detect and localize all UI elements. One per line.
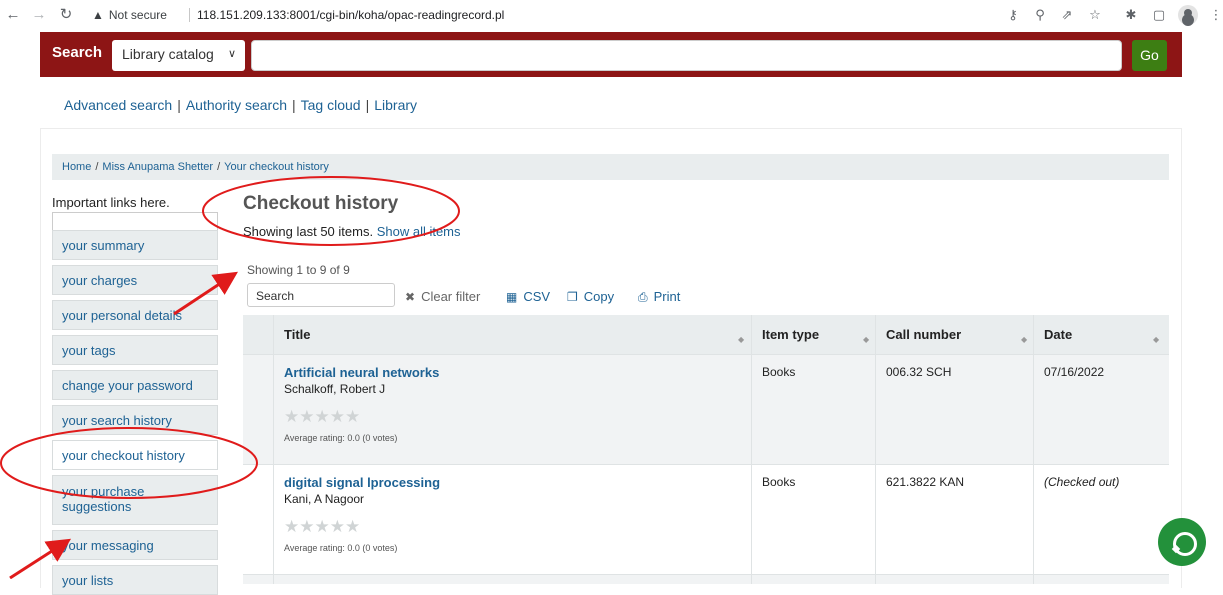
sidebar-item-lists[interactable]: your lists [52,565,218,595]
table-info: Showing 1 to 9 of 9 [247,263,350,277]
forward-icon[interactable]: → [30,6,48,24]
sidebar-item-messaging[interactable]: your messaging [52,530,218,560]
row-call-number: 006.32 SCH [886,365,952,379]
row-call-number: 621.3822 KAN [886,475,965,489]
row-item-type: Books [762,475,796,489]
search-input[interactable] [251,40,1122,71]
search-scope-value: Library catalog [122,46,214,62]
print-icon: ⎙ [638,290,648,304]
copy-icon: ❐ [567,290,578,304]
sidebar-item-personal-details[interactable]: your personal details [52,300,218,330]
tag-cloud-link[interactable]: Tag cloud [301,97,361,113]
rating-stars-icon[interactable]: ★★★★★ [284,517,360,537]
advanced-search-link[interactable]: Advanced search [64,97,172,113]
sort-icon[interactable]: ◆ [863,335,869,344]
top-links: Advanced search | Authority search | Tag clo… [64,97,417,113]
bookmark-star-icon[interactable]: ☆ [1086,6,1104,24]
row-author: Kani, A Nagoor [284,492,365,506]
print-label: Print [653,289,681,304]
table-row: Artificial neural networks Schalkoff, Ro… [243,354,1169,464]
sidebar-heading: Important links here. [52,195,170,210]
reload-icon[interactable]: ↻ [57,6,75,24]
sidebar-item-search-history[interactable]: your search history [52,405,218,435]
browser-toolbar: ← → ↻ ▲ Not secure 118.151.209.133:8001/… [0,0,1223,30]
chevron-down-icon: ∨ [227,48,236,60]
security-label: Not secure [108,8,167,22]
print-button[interactable]: ⎙ Print [638,289,680,305]
csv-label: CSV [523,289,551,304]
row-date: 07/16/2022 [1044,365,1105,379]
row-title-link[interactable]: Artificial neural networks [284,365,439,380]
header-call-number[interactable]: Call number [886,327,961,342]
clear-filter-button[interactable]: ✖ Clear filter [405,289,480,304]
sidebar-top-box [52,212,218,230]
show-all-link[interactable]: Show all items [377,224,461,239]
sidebar-item-tags[interactable]: your tags [52,335,218,365]
sidepanel-icon[interactable]: ▢ [1150,6,1168,24]
column-divider [751,315,752,584]
sort-icon[interactable]: ◆ [738,335,744,344]
csv-button[interactable]: ▦ CSV [506,289,550,304]
warning-icon: ▲ [92,8,104,22]
clear-filter-label: Clear filter [421,289,481,304]
breadcrumb-separator: / [95,161,99,173]
sidebar-item-charges[interactable]: your charges [52,265,218,295]
showing-last-label: Showing last 50 items. [243,224,374,239]
header-date[interactable]: Date [1044,327,1072,342]
sidebar-item-summary[interactable]: your summary [52,230,218,260]
chat-widget-icon[interactable] [1158,518,1206,566]
link-separator: | [365,97,370,113]
sort-icon[interactable]: ◆ [1021,335,1027,344]
address-divider [189,8,190,22]
sort-icon[interactable]: ◆ [1153,335,1159,344]
rating-stars-icon[interactable]: ★★★★★ [284,407,360,427]
extensions-icon[interactable]: ✱ [1122,6,1140,24]
zoom-icon[interactable]: ⚲ [1031,6,1049,24]
search-label: Search [52,44,103,61]
key-icon[interactable]: ⚷ [1004,6,1022,24]
row-date: (Checked out) [1044,475,1120,489]
security-indicator[interactable]: ▲ Not secure [92,8,167,22]
copy-button[interactable]: ❐ Copy [567,289,614,304]
go-button[interactable]: Go [1132,40,1167,71]
sidebar-item-checkout-history[interactable]: your checkout history [52,440,218,470]
address-bar[interactable]: 118.151.209.133:8001/cgi-bin/koha/opac-r… [197,8,504,22]
column-divider [1033,315,1034,584]
row-item-type: Books [762,365,796,379]
breadcrumb-current[interactable]: Your checkout history [224,161,329,173]
table-header: Title ◆ Item type ◆ Call number ◆ Date ◆ [243,315,1169,354]
library-link[interactable]: Library [374,97,417,113]
table-icon: ▦ [506,290,518,304]
share-icon[interactable]: ⇗ [1058,6,1076,24]
row-rating: Average rating: 0.0 (0 votes) [284,543,398,553]
breadcrumb: Home / Miss Anupama Shetter / Your checkout … [52,154,1169,180]
table-search-input[interactable]: Search [247,283,395,307]
search-masthead: Search Library catalog ∨ Go [40,32,1182,77]
sidebar-item-change-password[interactable]: change your password [52,370,218,400]
column-divider [273,315,274,584]
sidebar-item-purchase-suggestions[interactable]: your purchase suggestions [52,475,218,525]
breadcrumb-home[interactable]: Home [62,161,91,173]
page-title: Checkout history [243,193,399,214]
copy-label: Copy [583,289,615,304]
breadcrumb-patron[interactable]: Miss Anupama Shetter [102,161,213,173]
authority-search-link[interactable]: Authority search [186,97,287,113]
profile-avatar[interactable] [1178,5,1198,25]
showing-last-text: Showing last 50 items. Show all items [243,224,461,239]
breadcrumb-separator: / [217,161,221,173]
search-scope-select[interactable]: Library catalog ∨ [112,40,245,71]
header-title[interactable]: Title [284,327,311,342]
row-author: Schalkoff, Robert J [284,382,386,396]
back-icon[interactable]: ← [4,6,22,24]
column-divider [875,315,876,584]
close-icon: ✖ [405,290,416,304]
table-row: digital signal lprocessing Kani, A Nagoo… [243,464,1169,574]
link-separator: | [292,97,296,113]
row-rating: Average rating: 0.0 (0 votes) [284,433,398,443]
link-separator: | [177,97,181,113]
menu-icon[interactable]: ⋮ [1207,6,1223,24]
header-item-type[interactable]: Item type [762,327,819,342]
table-row [243,574,1169,584]
row-title-link[interactable]: digital signal lprocessing [284,475,440,490]
